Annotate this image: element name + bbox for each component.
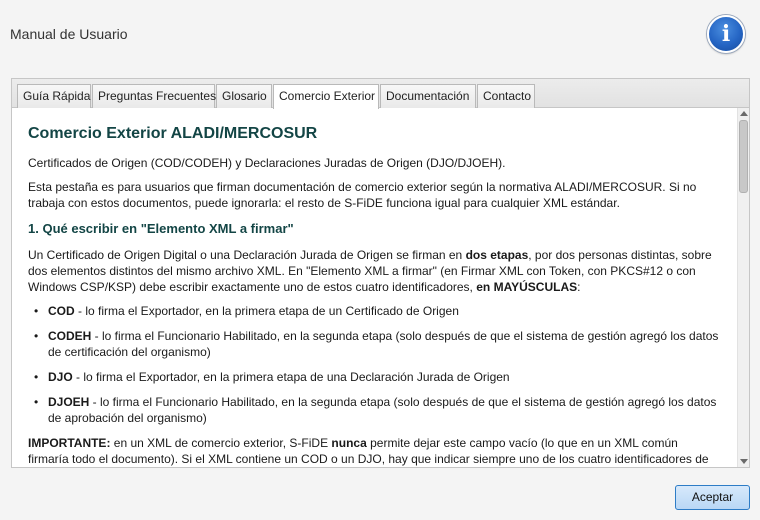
content-title: Comercio Exterior ALADI/MERCOSUR <box>28 125 318 142</box>
list-item: CODEH - lo firma el Funcionario Habilita… <box>32 328 721 360</box>
tab-preguntas-frecuentes[interactable]: Preguntas Frecuentes <box>92 84 216 108</box>
dialog-title: Manual de Usuario <box>10 26 128 42</box>
list-item: COD - lo firma el Exportador, en la prim… <box>32 303 721 319</box>
tab-contacto[interactable]: Contacto <box>477 84 535 108</box>
tab-pane: Guía Rápida Preguntas Frecuentes Glosari… <box>11 78 750 468</box>
section-paragraph: Un Certificado de Origen Digital o una D… <box>28 248 712 294</box>
list-item: DJOEH - lo firma el Funcionario Habilita… <box>32 394 721 426</box>
scroll-thumb[interactable] <box>739 120 748 193</box>
section-title: 1. Qué escribir en "Elemento XML a firma… <box>28 221 294 236</box>
content-subtitle: Certificados de Origen (COD/CODEH) y Dec… <box>28 156 506 170</box>
tab-glosario[interactable]: Glosario <box>216 84 272 108</box>
identifier-list: COD - lo firma el Exportador, en la prim… <box>32 303 721 426</box>
list-item: DJO - lo firma el Exportador, en la prim… <box>32 369 721 385</box>
content-intro: Esta pestaña es para usuarios que firman… <box>28 180 697 210</box>
vertical-scrollbar[interactable] <box>737 108 749 467</box>
info-icon: i <box>707 15 745 53</box>
dialog-header: Manual de Usuario i <box>0 0 760 70</box>
tab-content: Comercio Exterior ALADI/MERCOSUR Certifi… <box>12 108 737 467</box>
tab-comercio-exterior[interactable]: Comercio Exterior <box>273 84 379 109</box>
scroll-up-arrow-icon[interactable] <box>740 111 748 116</box>
scroll-down-arrow-icon[interactable] <box>740 459 748 464</box>
accept-button[interactable]: Aceptar <box>675 485 750 510</box>
tab-header: Guía Rápida Preguntas Frecuentes Glosari… <box>12 79 749 109</box>
tab-guia-rapida[interactable]: Guía Rápida <box>17 84 91 108</box>
tab-documentacion[interactable]: Documentación <box>380 84 476 108</box>
important-note: IMPORTANTE: en un XML de comercio exteri… <box>28 436 709 466</box>
